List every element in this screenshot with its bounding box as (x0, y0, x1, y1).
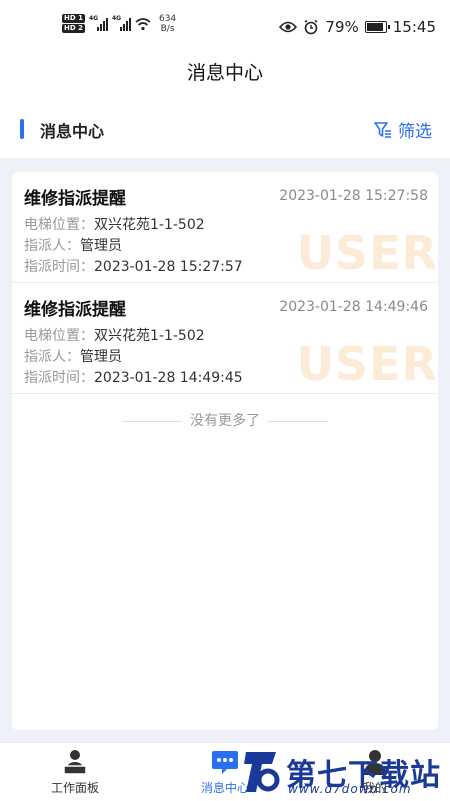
location-label: 电梯位置： (24, 328, 94, 344)
section-accent-bar (20, 119, 24, 139)
clock: 15:45 (392, 18, 436, 36)
brand-url: www.d7down.com (288, 782, 412, 796)
assign-time-value: 2023-01-28 15:27:57 (94, 259, 243, 275)
assign-time-label: 指派时间： (24, 259, 94, 275)
message-time: 2023-01-28 14:49:46 (279, 299, 428, 315)
watermark: USER (296, 226, 438, 280)
assign-time-value: 2023-01-28 14:49:45 (94, 370, 243, 386)
network-speed-unit: B/s (160, 24, 175, 34)
alarm-icon (304, 19, 318, 35)
filter-button[interactable]: 筛选 (374, 117, 432, 142)
message-location-line: 电梯位置：双兴花苑1-1-502 (24, 325, 205, 345)
assigner-value: 管理员 (80, 238, 122, 254)
assigner-value: 管理员 (80, 349, 122, 365)
page-title: 消息中心 (186, 62, 263, 84)
message-location-line: 电梯位置：双兴花苑1-1-502 (24, 214, 205, 234)
message-title: 维修指派提醒 (24, 300, 126, 320)
status-right: 79% 15:45 (279, 18, 436, 36)
hd-icon: HD 1 HD 2 (62, 14, 85, 33)
assigner-label: 指派人： (24, 349, 80, 365)
watermark: USER (296, 337, 438, 391)
filter-label: 筛选 (398, 122, 432, 142)
message-assign-time-line: 指派时间：2023-01-28 14:49:45 (24, 367, 243, 387)
message-item[interactable]: USER 维修指派提醒 2023-01-28 14:49:46 电梯位置：双兴花… (12, 283, 438, 394)
battery-icon (364, 21, 390, 33)
network-speed-value: 634 (158, 14, 177, 24)
signal-icon-2: 4G (112, 15, 131, 31)
nav-bar: 消息中心 (0, 52, 450, 100)
wifi-icon (135, 18, 151, 31)
location-value: 双兴花苑1-1-502 (94, 217, 205, 233)
message-list: USER 维修指派提醒 2023-01-28 15:27:58 电梯位置：双兴花… (12, 172, 438, 730)
section-title: 消息中心 (40, 122, 105, 141)
list-end-note: 没有更多了 (12, 410, 438, 430)
assign-time-label: 指派时间： (24, 370, 94, 386)
message-assigner-line: 指派人：管理员 (24, 235, 122, 255)
tab-label: 工作面板 (50, 781, 99, 795)
message-assigner-line: 指派人：管理员 (24, 346, 122, 366)
eye-icon (279, 21, 298, 33)
battery-percent: 79% (325, 18, 359, 36)
filter-icon (374, 121, 391, 138)
network-speed: 634 B/s (159, 14, 176, 34)
brand-logo-icon (244, 752, 280, 792)
message-item[interactable]: USER 维修指派提醒 2023-01-28 15:27:58 电梯位置：双兴花… (12, 172, 438, 283)
section-header: 消息中心 筛选 (0, 100, 450, 158)
chat-icon (211, 749, 239, 775)
location-value: 双兴花苑1-1-502 (94, 328, 205, 344)
message-time: 2023-01-28 15:27:58 (279, 188, 428, 204)
message-assign-time-line: 指派时间：2023-01-28 15:27:57 (24, 256, 243, 276)
status-left: HD 1 HD 2 4G 4G 634 B/s (62, 14, 176, 34)
location-label: 电梯位置： (24, 217, 94, 233)
message-title: 维修指派提醒 (24, 189, 126, 209)
tab-dashboard[interactable]: 工作面板 (25, 749, 125, 796)
status-bar: HD 1 HD 2 4G 4G 634 B/s 79% 15:45 (0, 0, 450, 52)
assigner-label: 指派人： (24, 238, 80, 254)
dashboard-icon (61, 749, 89, 775)
brand-watermark: 第七下载站 www.d7down.com (242, 748, 442, 800)
signal-icon: 4G (89, 15, 108, 31)
